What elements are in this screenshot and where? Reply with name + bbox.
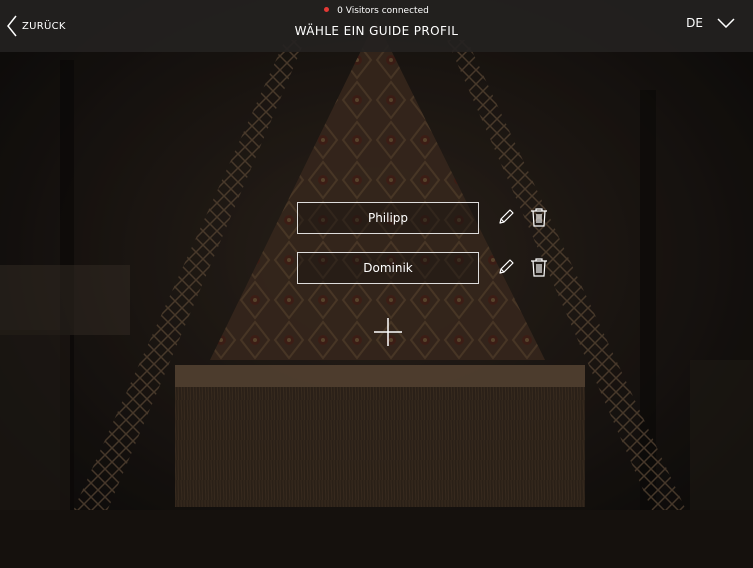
visitor-status: 0 Visitors connected (0, 6, 753, 16)
profile-name: Philipp (367, 211, 409, 225)
status-text: 0 Visitors connected (337, 6, 429, 16)
edit-profile-button[interactable] (497, 208, 515, 230)
page-title: WÄHLE EIN GUIDE PROFIL (294, 24, 459, 38)
pencil-icon (499, 209, 514, 224)
chevron-down-icon (717, 18, 735, 28)
delete-profile-button[interactable] (530, 207, 548, 231)
delete-profile-button[interactable] (530, 257, 548, 281)
language-label: DE (686, 16, 703, 30)
trash-icon (531, 208, 547, 227)
profile-name: Dominik (363, 261, 413, 275)
language-selector[interactable]: DE (686, 16, 735, 30)
profile-button-philipp[interactable]: Philipp (297, 202, 479, 234)
status-dot (324, 7, 330, 12)
background-image (0, 0, 753, 568)
pencil-icon (499, 259, 514, 274)
profile-button-dominik[interactable]: Dominik (297, 252, 479, 284)
edit-profile-button[interactable] (497, 258, 515, 280)
plus-icon (374, 318, 402, 346)
add-profile-button[interactable] (373, 317, 403, 351)
trash-icon (531, 258, 547, 277)
top-bar: ZURÜCK 0 Visitors connected WÄHLE EIN GU… (0, 0, 753, 52)
